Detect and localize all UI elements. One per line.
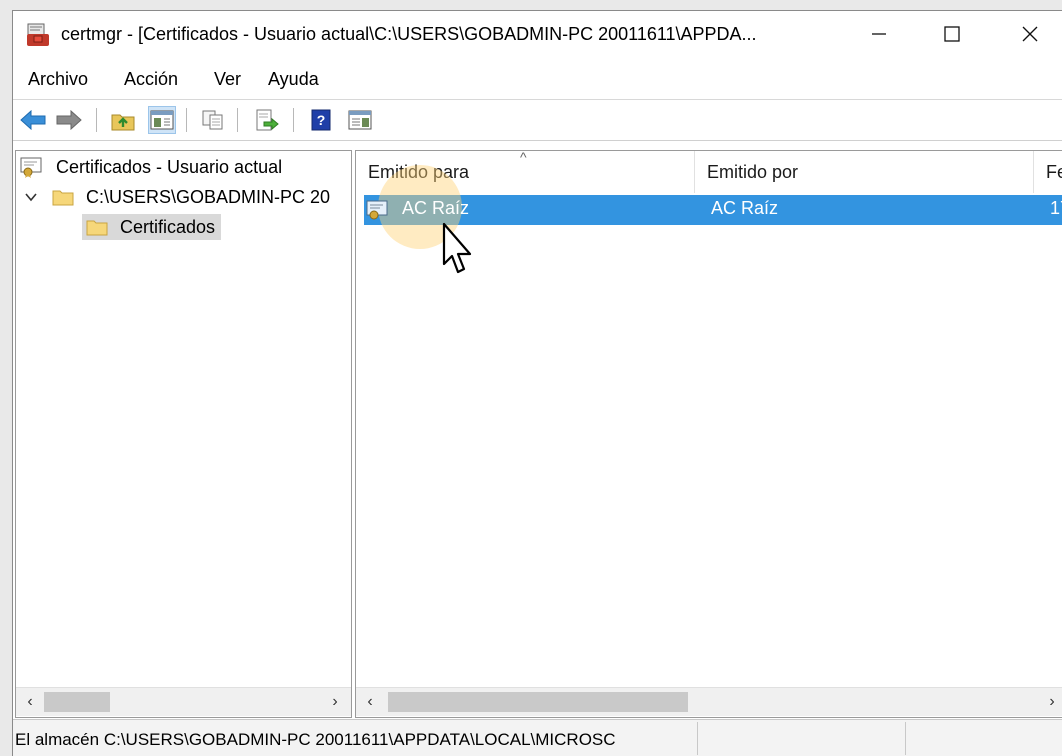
certificate-store-icon	[20, 157, 42, 178]
column-date-label: Fe	[1046, 161, 1062, 182]
up-folder-icon	[111, 114, 135, 131]
properties-panel-icon	[348, 110, 372, 130]
minimize-icon	[872, 33, 886, 35]
export-icon	[256, 109, 279, 131]
help-icon: ?	[311, 109, 331, 131]
column-header-date[interactable]: Fe	[1034, 151, 1062, 193]
chevron-down-icon[interactable]	[24, 190, 38, 204]
mouse-pointer-icon	[442, 222, 472, 274]
scroll-left-arrow[interactable]: ‹	[16, 688, 44, 716]
scroll-thumb[interactable]	[44, 692, 110, 712]
menu-bar: Archivo Acción Ver Ayuda	[13, 57, 1062, 100]
maximize-icon	[944, 26, 960, 42]
minimize-button[interactable]	[856, 11, 902, 57]
scroll-right-arrow[interactable]: ›	[1038, 688, 1062, 716]
toolbar-separator	[237, 108, 238, 132]
list-horizontal-scrollbar[interactable]: ‹ ›	[356, 687, 1062, 716]
certificate-icon	[366, 200, 388, 220]
help-glyph: ?	[317, 112, 326, 128]
menu-archivo[interactable]: Archivo	[28, 69, 88, 90]
title-bar[interactable]: certmgr - [Certificados - Usuario actual…	[13, 11, 1062, 57]
close-icon	[1022, 26, 1038, 42]
tree-store-label: C:\USERS\GOBADMIN-PC 20	[86, 186, 331, 207]
tree-store-node[interactable]: C:\USERS\GOBADMIN-PC 20	[24, 184, 330, 210]
tree-root-label: Certificados - Usuario actual	[56, 156, 283, 177]
tree-certificados-label: Certificados	[120, 216, 216, 237]
copy-icon	[202, 110, 223, 130]
column-issued-by-label: Emitido por	[707, 161, 799, 182]
properties-panel-button[interactable]	[346, 106, 374, 134]
maximize-button[interactable]	[929, 11, 975, 57]
tree-root[interactable]: Certificados - Usuario actual	[20, 154, 282, 180]
status-divider	[697, 722, 698, 755]
tree-horizontal-scrollbar[interactable]: ‹ ›	[16, 687, 351, 716]
certmgr-app-icon	[27, 23, 49, 46]
menu-ver[interactable]: Ver	[214, 69, 241, 90]
certmgr-window: certmgr - [Certificados - Usuario actual…	[12, 10, 1062, 756]
forward-arrow-icon	[56, 110, 82, 130]
status-bar: El almacén C:\USERS\GOBADMIN-PC 20011611…	[13, 719, 1062, 756]
status-divider	[905, 722, 906, 755]
toolbar-separator	[293, 108, 294, 132]
back-button[interactable]	[19, 106, 47, 134]
window-title: certmgr - [Certificados - Usuario actual…	[61, 24, 757, 44]
back-arrow-icon	[20, 110, 46, 130]
forward-button[interactable]	[55, 106, 83, 134]
cell-date: 17	[1050, 198, 1062, 218]
menu-accion[interactable]: Acción	[124, 69, 178, 90]
cell-issued-to: AC Raíz	[402, 198, 470, 218]
folder-icon	[86, 220, 108, 236]
tree-certificados-node[interactable]: Certificados	[82, 214, 222, 240]
status-text: El almacén C:\USERS\GOBADMIN-PC 20011611…	[15, 730, 616, 749]
show-hide-tree-button[interactable]	[148, 106, 176, 134]
cell-issued-by: AC Raíz	[711, 198, 779, 218]
toolbar: ?	[13, 100, 1062, 141]
scroll-right-arrow[interactable]: ›	[321, 688, 349, 716]
export-button[interactable]	[253, 106, 281, 134]
help-button[interactable]: ?	[307, 106, 335, 134]
scroll-left-arrow[interactable]: ‹	[356, 688, 384, 716]
tree-pane[interactable]: Certificados - Usuario actual C:\USERS\G…	[15, 150, 352, 718]
column-header-issued-by[interactable]: Emitido por	[695, 151, 1034, 193]
close-button[interactable]	[1007, 11, 1053, 57]
copy-button[interactable]	[199, 106, 227, 134]
scroll-thumb[interactable]	[388, 692, 688, 712]
show-hide-tree-icon	[150, 110, 174, 130]
toolbar-separator	[186, 108, 187, 132]
menu-ayuda[interactable]: Ayuda	[268, 69, 319, 90]
toolbar-separator	[96, 108, 97, 132]
up-level-button[interactable]	[109, 106, 137, 134]
folder-icon	[52, 190, 74, 206]
sort-ascending-icon: ^	[520, 150, 527, 165]
